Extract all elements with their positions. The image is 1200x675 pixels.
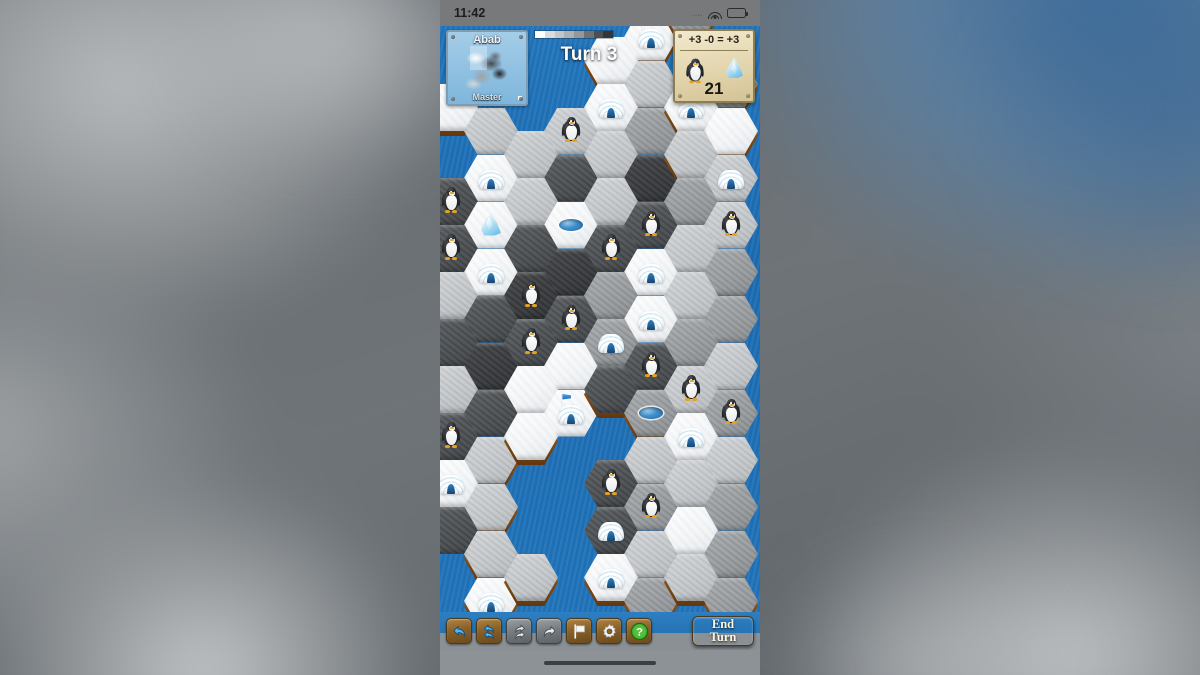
settings-button[interactable] xyxy=(596,618,622,644)
redo-arrow-icon xyxy=(541,623,558,640)
turn-progress-bar xyxy=(534,30,614,39)
turn-bar-segment-7 xyxy=(603,31,613,38)
turn-bar-segment-1 xyxy=(544,31,555,38)
score-panel[interactable]: +3 -0 = +3 21 xyxy=(673,29,755,103)
signal-dots: .... xyxy=(692,8,703,18)
status-bar-time: 11:42 xyxy=(454,6,486,20)
minimap-title: Abab xyxy=(473,34,501,46)
screw-icon xyxy=(678,34,682,38)
help-button[interactable]: ? xyxy=(626,618,652,644)
screw-icon xyxy=(451,97,455,101)
svg-text:?: ? xyxy=(635,626,642,638)
screw-icon xyxy=(519,97,523,101)
flag-icon xyxy=(571,623,588,640)
turn-bar-segment-3 xyxy=(564,31,574,38)
game-viewport[interactable]: Abab Master Turn 3 +3 -0 = +3 21 xyxy=(440,26,760,612)
undo-button[interactable] xyxy=(446,618,472,644)
status-bar: 11:42 .... xyxy=(440,0,760,26)
end-turn-line2: Turn xyxy=(709,630,737,644)
bottom-toolbar: ? End Turn xyxy=(440,612,760,650)
wifi-icon xyxy=(708,8,722,19)
screw-icon xyxy=(519,35,523,39)
hex-tile[interactable] xyxy=(704,577,758,612)
undo-all-button[interactable] xyxy=(476,618,502,644)
flag-button[interactable] xyxy=(566,618,592,644)
gear-icon xyxy=(601,623,618,640)
minimap-viewport-rect xyxy=(470,46,487,70)
minimap-panel[interactable]: Abab Master xyxy=(446,30,528,106)
score-delta: +3 -0 = +3 xyxy=(688,34,740,46)
end-turn-button[interactable]: End Turn xyxy=(692,616,754,646)
battery-icon xyxy=(727,8,748,18)
turn-bar-segment-0 xyxy=(535,31,545,38)
status-bar-indicators: .... xyxy=(692,8,748,19)
divider xyxy=(680,50,748,51)
redo-all-button xyxy=(506,618,532,644)
hex-tile[interactable] xyxy=(504,413,558,465)
turn-bar-segment-6 xyxy=(593,31,604,38)
hex-tile[interactable] xyxy=(504,554,558,606)
score-count: 21 xyxy=(704,79,724,98)
turn-label: Turn 3 xyxy=(560,44,618,65)
undo-all-arrow-icon xyxy=(481,623,498,640)
home-indicator[interactable] xyxy=(544,660,656,665)
redo-button xyxy=(536,618,562,644)
minimap-subtitle: Master xyxy=(472,92,502,102)
turn-bar-segment-4 xyxy=(574,31,584,38)
screw-icon xyxy=(746,94,750,98)
turn-bar-segment-2 xyxy=(554,31,565,38)
undo-arrow-icon xyxy=(451,623,468,640)
question-mark-icon: ? xyxy=(630,622,649,641)
screw-icon xyxy=(746,34,750,38)
hex-board[interactable] xyxy=(440,26,760,612)
iceberg-icon xyxy=(726,58,743,78)
redo-all-arrow-icon xyxy=(511,623,528,640)
tile-mgray xyxy=(704,577,758,612)
home-indicator-bar xyxy=(440,650,760,675)
phone-screen: 11:42 .... Abab Master Turn 3 +3 -0 = +3 xyxy=(440,0,760,675)
screw-icon xyxy=(678,94,682,98)
turn-bar-segment-5 xyxy=(583,31,594,38)
screw-icon xyxy=(451,35,455,39)
